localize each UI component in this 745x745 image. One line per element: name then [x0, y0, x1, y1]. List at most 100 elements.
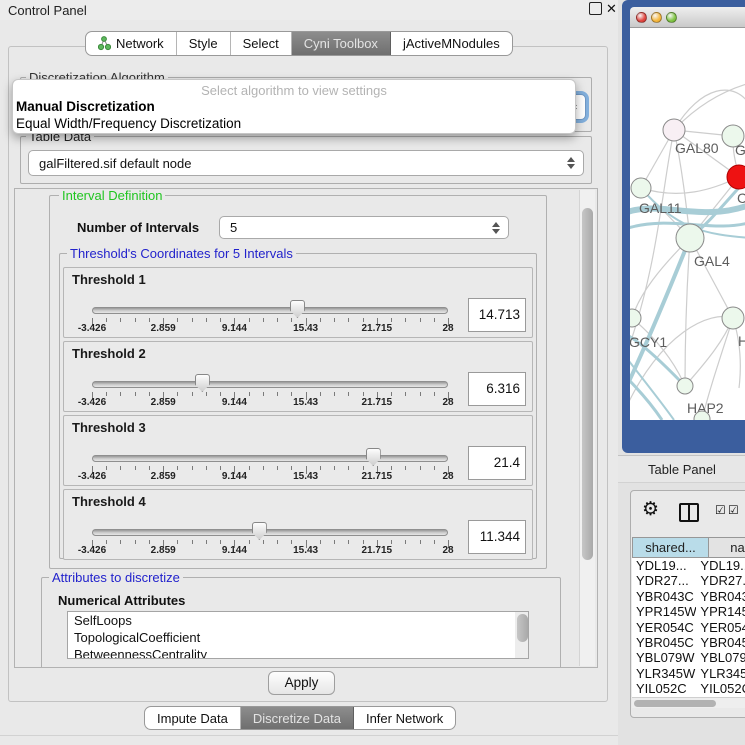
slider-thumb[interactable]: [195, 374, 210, 392]
tick-mark: [277, 466, 278, 470]
table-row[interactable]: YDL19...YDL19...: [632, 558, 745, 573]
slider-thumb[interactable]: [366, 448, 381, 466]
table-cell[interactable]: YDL19...: [696, 558, 745, 573]
table-row[interactable]: YBL079WYBL079W: [632, 650, 745, 665]
num-intervals-spinner[interactable]: 5: [219, 216, 509, 239]
threshold-3-label: Threshold 3: [72, 420, 146, 435]
attribute-list-item[interactable]: BetweennessCentrality: [68, 646, 528, 659]
table-cell[interactable]: YIL052C: [632, 681, 696, 696]
threshold-3-value-field[interactable]: 21.4: [468, 446, 526, 480]
table-row[interactable]: YDR27...YDR27...: [632, 573, 745, 588]
attributes-list-scrollbar[interactable]: [515, 612, 528, 658]
table-cell[interactable]: YBL079W: [632, 650, 696, 665]
checkbox-icon[interactable]: ☑: [728, 503, 739, 517]
tick-label: 9.144: [212, 471, 256, 482]
numerical-attributes-label: Numerical Attributes: [58, 593, 185, 608]
tab-network[interactable]: Network: [86, 32, 177, 55]
network-node[interactable]: [631, 178, 651, 198]
table-cell[interactable]: YPR145W: [696, 604, 745, 619]
column-header-name[interactable]: name: [709, 537, 745, 558]
float-icon[interactable]: [589, 2, 602, 15]
apply-button[interactable]: Apply: [268, 671, 335, 695]
table-horizontal-scrollbar[interactable]: [632, 697, 745, 708]
table-header-row: shared... name: [632, 537, 745, 558]
table-row[interactable]: YBR045CYBR045C: [632, 635, 745, 650]
tab-infer-network[interactable]: Infer Network: [354, 707, 455, 729]
tick-label: 9.144: [212, 397, 256, 408]
menu-item-manual-discretization[interactable]: Manual Discretization: [16, 99, 155, 114]
network-node[interactable]: [677, 378, 693, 394]
table-cell[interactable]: YBR045C: [632, 635, 696, 650]
checkbox-icon[interactable]: ☑: [715, 503, 726, 517]
tab-impute-data[interactable]: Impute Data: [145, 707, 241, 729]
interval-definition-legend: Interval Definition: [59, 188, 165, 203]
dropdown-hint: Select algorithm to view settings: [13, 83, 575, 98]
minimize-traffic-light[interactable]: [651, 12, 662, 23]
network-node[interactable]: [663, 119, 685, 141]
table-cell[interactable]: YBR043C: [632, 589, 696, 604]
network-node[interactable]: [727, 165, 745, 189]
threshold-4-slider[interactable]: [92, 529, 448, 536]
tick-mark: [420, 392, 421, 396]
tick-mark: [192, 392, 193, 396]
slider-thumb[interactable]: [290, 300, 305, 318]
table-cell[interactable]: YBR045C: [696, 635, 745, 650]
table-cell[interactable]: YER054C: [696, 620, 745, 635]
table-cell[interactable]: YDR27...: [696, 573, 745, 588]
column-header-shared-name[interactable]: shared...: [632, 537, 709, 558]
attribute-list-item[interactable]: SelfLoops: [68, 612, 528, 629]
slider-tick-labels: -3.4262.8599.14415.4321.71528: [92, 323, 448, 335]
settings-vertical-scrollbar[interactable]: [579, 190, 595, 666]
threshold-1-slider[interactable]: [92, 307, 448, 314]
tab-select[interactable]: Select: [231, 32, 292, 55]
table-cell[interactable]: YLR345W: [696, 666, 745, 681]
table-cell[interactable]: YIL052C: [696, 681, 745, 696]
network-canvas[interactable]: GAL80GAL2CGAL11GAL4GCY1HAHAP2: [630, 28, 745, 420]
table-data-value: galFiltered.sif default node: [29, 156, 563, 171]
zoom-traffic-light[interactable]: [666, 12, 677, 23]
table-row[interactable]: YPR145WYPR145W: [632, 604, 745, 619]
network-node[interactable]: [722, 307, 744, 329]
table-cell[interactable]: YDR27...: [632, 573, 696, 588]
tick-mark: [420, 318, 421, 322]
slider-thumb[interactable]: [252, 522, 267, 540]
tick-label: 15.43: [284, 323, 328, 334]
table-row[interactable]: YLR345WYLR345W: [632, 666, 745, 681]
control-panel-titlebar: Control Panel ✕: [0, 0, 618, 20]
gear-icon[interactable]: ⚙: [642, 498, 659, 521]
table-cell[interactable]: YLR345W: [632, 666, 696, 681]
threshold-2-slider[interactable]: [92, 381, 448, 388]
table-row[interactable]: YER054CYER054C: [632, 620, 745, 635]
table-cell[interactable]: YDL19...: [632, 558, 696, 573]
tab-discretize-data[interactable]: Discretize Data: [241, 707, 354, 729]
tick-mark: [263, 466, 264, 470]
table-row[interactable]: YBR043CYBR043C: [632, 589, 745, 604]
tab-style[interactable]: Style: [177, 32, 231, 55]
table-data-combobox[interactable]: galFiltered.sif default node: [28, 150, 584, 176]
threshold-4-value-field[interactable]: 11.344: [468, 520, 526, 554]
tick-mark: [334, 466, 335, 470]
tab-jactivemnodules[interactable]: jActiveMNodules: [391, 32, 512, 55]
tick-mark: [405, 540, 406, 544]
close-traffic-light[interactable]: [636, 12, 647, 23]
table-cell[interactable]: YPR145W: [632, 604, 696, 619]
split-columns-icon[interactable]: [679, 503, 699, 522]
tick-mark: [391, 318, 392, 322]
threshold-2-value-field[interactable]: 6.316: [468, 372, 526, 406]
table-cell[interactable]: YER054C: [632, 620, 696, 635]
table-cell[interactable]: YBR043C: [696, 589, 745, 604]
tab-cyni-toolbox[interactable]: Cyni Toolbox: [292, 32, 391, 55]
threshold-3-slider[interactable]: [92, 455, 448, 462]
num-intervals-label: Number of Intervals: [77, 220, 199, 235]
tick-mark: [263, 540, 264, 544]
table-cell[interactable]: YBL079W: [696, 650, 745, 665]
threshold-1-value-field[interactable]: 14.713: [468, 298, 526, 332]
table-row[interactable]: YIL052CYIL052C: [632, 681, 745, 696]
menu-item-equal-width-frequency[interactable]: Equal Width/Frequency Discretization: [16, 116, 241, 131]
numerical-attributes-list[interactable]: SelfLoopsTopologicalCoefficientBetweenne…: [67, 611, 529, 659]
network-node[interactable]: [676, 224, 704, 252]
tick-mark: [291, 540, 292, 544]
close-icon[interactable]: ✕: [606, 1, 617, 17]
tick-mark: [405, 392, 406, 396]
attribute-list-item[interactable]: TopologicalCoefficient: [68, 629, 528, 646]
